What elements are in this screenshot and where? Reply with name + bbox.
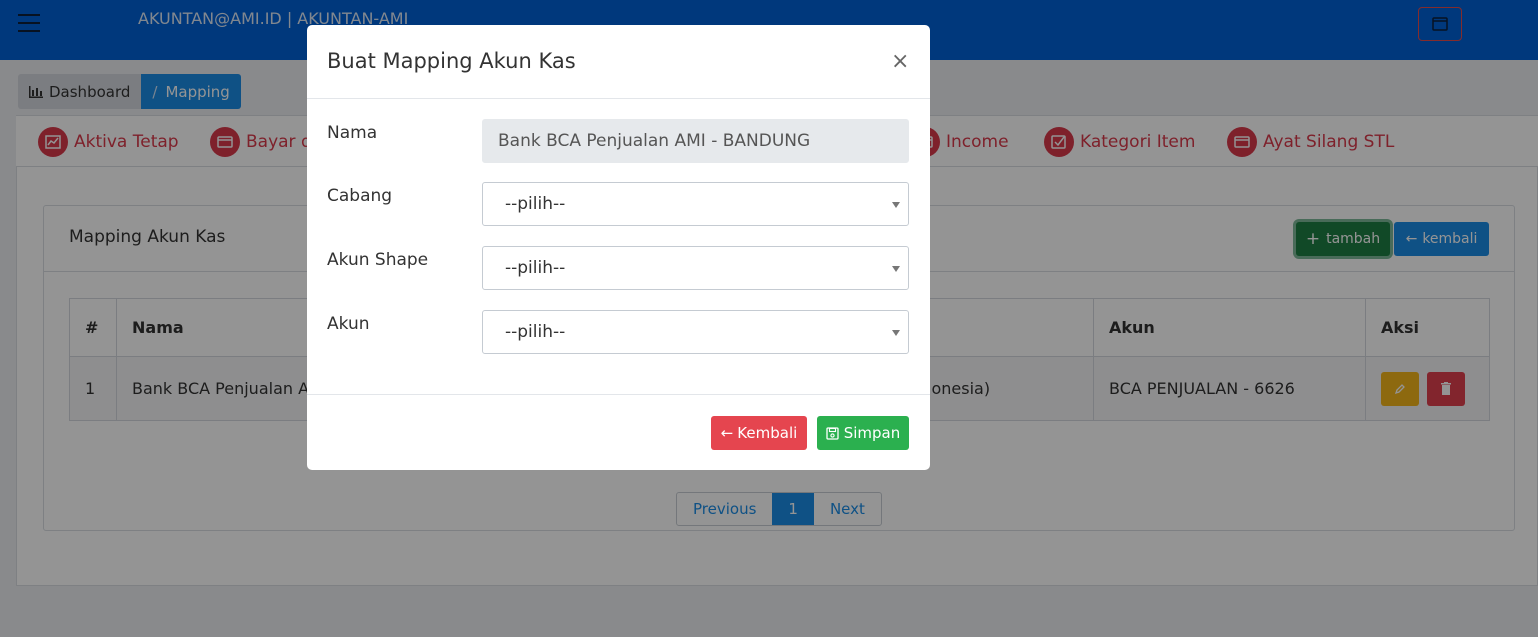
modal-kembali-button[interactable]: ← Kembali [711, 416, 807, 450]
akun-shape-select-value: --pilih-- [505, 258, 566, 278]
label-nama: Nama [327, 123, 378, 143]
form-row-cabang: Cabang --pilih-- [327, 182, 909, 226]
caret-down-icon [892, 266, 900, 272]
form-row-nama: Nama Bank BCA Penjualan AMI - BANDUNG [327, 119, 909, 163]
form-row-akun: Akun --pilih-- [327, 310, 909, 354]
caret-down-icon [892, 202, 900, 208]
akun-shape-select[interactable]: --pilih-- [482, 246, 909, 290]
arrow-left-icon: ← [720, 424, 734, 442]
close-icon[interactable]: × [891, 49, 909, 74]
modal-title: Buat Mapping Akun Kas [327, 49, 576, 73]
modal-header: Buat Mapping Akun Kas × [307, 25, 930, 99]
modal-kembali-label: Kembali [737, 424, 798, 442]
label-cabang: Cabang [327, 186, 393, 206]
cabang-select[interactable]: --pilih-- [482, 182, 909, 226]
label-akun-shape: Akun Shape [327, 250, 429, 270]
mapping-modal: Buat Mapping Akun Kas × Nama Bank BCA Pe… [307, 25, 930, 470]
save-icon [826, 426, 839, 440]
cabang-select-value: --pilih-- [505, 194, 566, 214]
akun-select-value: --pilih-- [505, 322, 566, 342]
label-akun: Akun [327, 314, 370, 334]
form-row-akun-shape: Akun Shape --pilih-- [327, 246, 909, 290]
akun-select[interactable]: --pilih-- [482, 310, 909, 354]
nama-field[interactable]: Bank BCA Penjualan AMI - BANDUNG [482, 119, 909, 163]
modal-footer: ← Kembali Simpan [307, 394, 930, 470]
caret-down-icon [892, 330, 900, 336]
modal-simpan-label: Simpan [843, 424, 901, 442]
modal-simpan-button[interactable]: Simpan [817, 416, 909, 450]
